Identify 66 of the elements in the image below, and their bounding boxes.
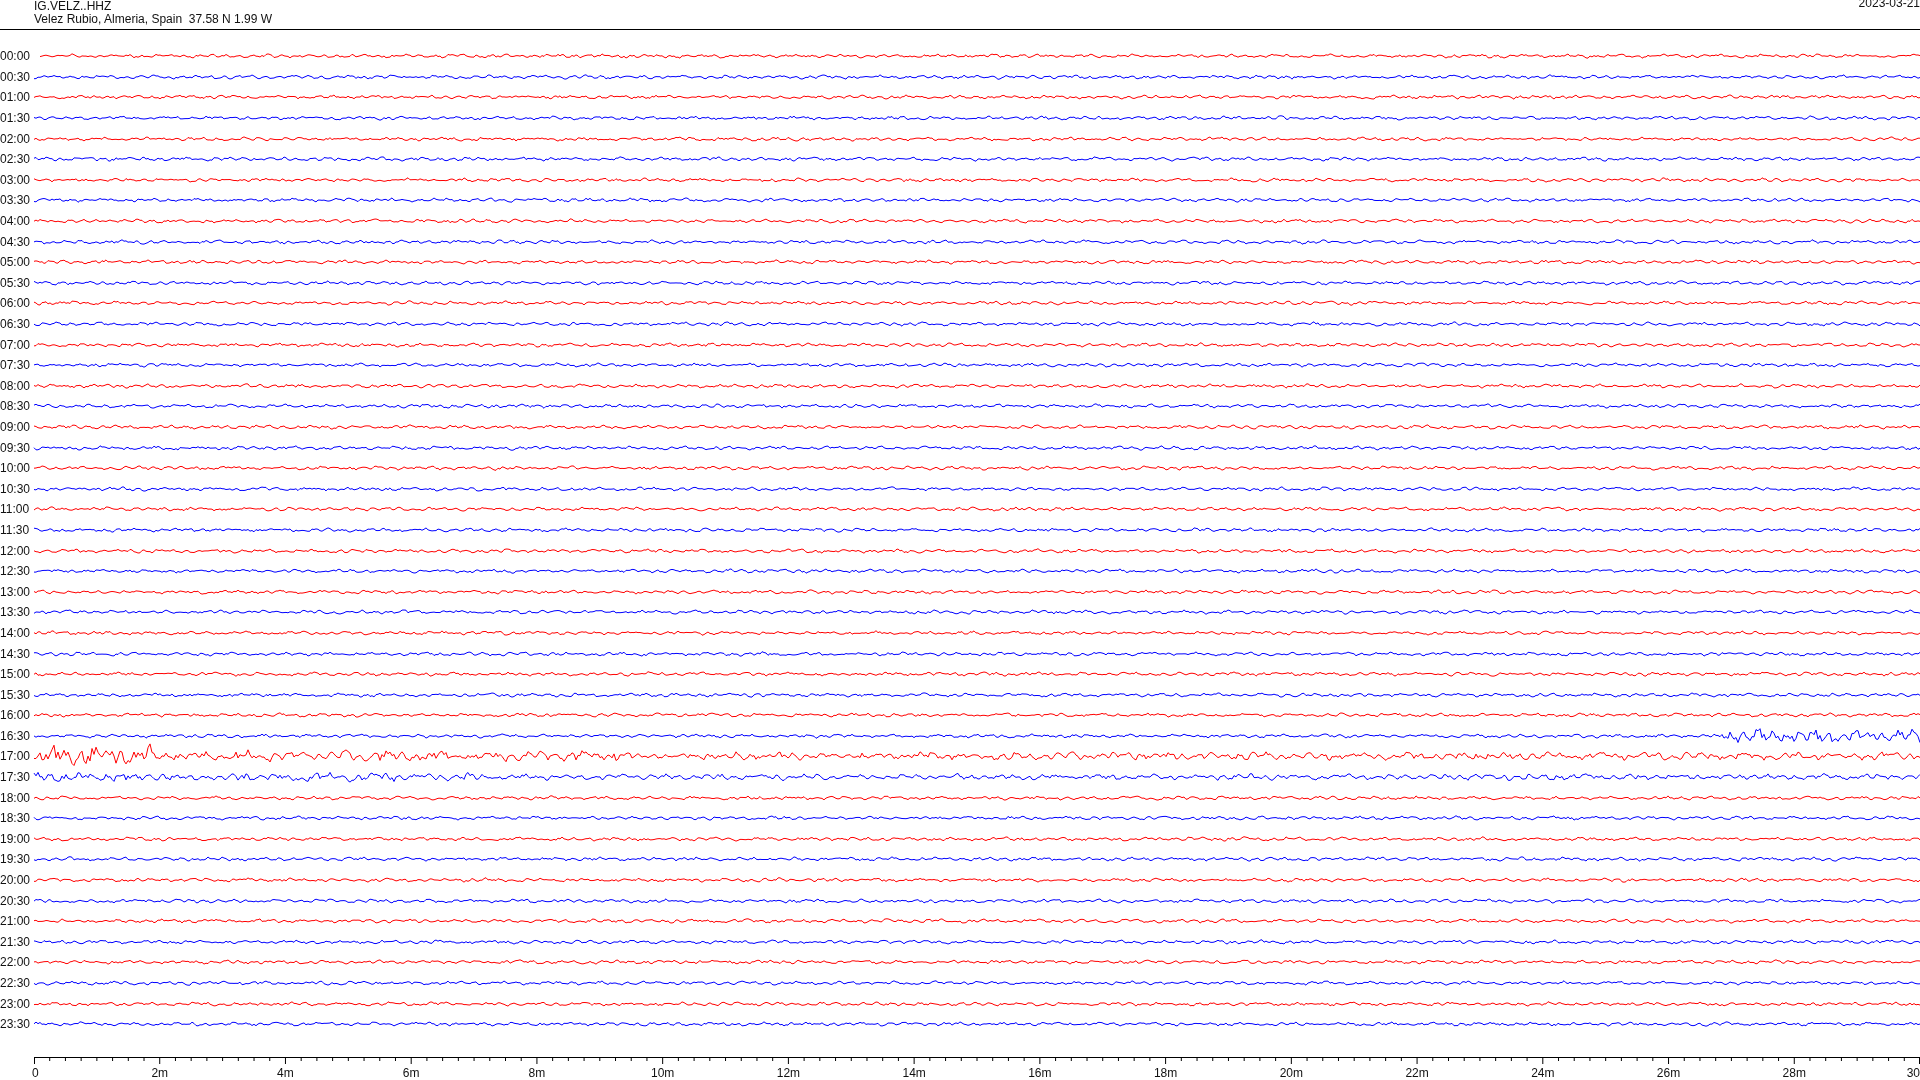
axis-label: 14m (902, 1065, 926, 1080)
time-label: 10:30 (0, 481, 32, 496)
time-label: 00:30 (0, 69, 32, 84)
time-label: 15:00 (0, 667, 32, 682)
axis-label: 26m (1656, 1065, 1681, 1080)
time-label: 18:00 (0, 790, 32, 805)
axis-label: 2m (151, 1065, 169, 1080)
axis-label: 8m (528, 1065, 546, 1080)
time-label: 09:00 (0, 420, 32, 434)
time-label: 20:30 (0, 893, 32, 908)
time-label: 05:30 (0, 275, 32, 290)
time-label: 03:30 (0, 193, 32, 208)
time-label: 23:30 (0, 1017, 32, 1032)
axis-label: 16m (1028, 1065, 1052, 1080)
time-label: 12:00 (0, 543, 32, 558)
axis-label: 30 (1906, 1065, 1920, 1080)
axis-label: 28m (1782, 1065, 1806, 1080)
time-label: 10:00 (0, 461, 32, 476)
time-label: 04:30 (0, 234, 32, 249)
time-label: 03:00 (0, 172, 32, 187)
time-label: 07:00 (0, 337, 32, 352)
time-label: 11:30 (0, 522, 31, 537)
axis-label: 18m (1153, 1065, 1178, 1080)
station-location: Velez Rubio, Almeria, Spain 37.58 N 1.99 W (34, 13, 273, 26)
time-label: 13:00 (0, 584, 32, 599)
axis-label: 24m (1531, 1065, 1555, 1080)
time-label: 06:00 (0, 296, 32, 311)
time-label: 17:30 (0, 770, 32, 785)
time-label: 08:00 (0, 378, 32, 393)
time-label: 16:00 (0, 708, 32, 723)
time-label: 20:00 (0, 873, 32, 888)
time-label: 00:00 (0, 49, 32, 64)
time-label: 06:30 (0, 317, 32, 331)
time-label: 19:00 (0, 831, 32, 846)
time-label: 16:30 (0, 728, 32, 743)
time-label: 15:30 (0, 687, 32, 702)
station-code: IG.VELZ..HHZ (34, 0, 113, 13)
time-label: 01:30 (0, 111, 32, 126)
axis-label: 20m (1279, 1065, 1303, 1080)
time-label: 13:30 (0, 605, 32, 620)
time-label: 22:30 (0, 976, 32, 990)
axis-label: 6m (402, 1065, 420, 1080)
axis-label: 4m (277, 1065, 294, 1080)
time-label: 12:30 (0, 564, 32, 579)
time-label: 18:30 (0, 811, 32, 826)
axis-label: 0 (32, 1065, 39, 1080)
time-label: 01:00 (0, 90, 32, 105)
time-label: 17:00 (0, 749, 32, 764)
time-label: 09:30 (0, 440, 32, 455)
time-label: 02:00 (0, 131, 32, 146)
axis-label: 12m (776, 1065, 801, 1080)
time-label: 19:30 (0, 852, 32, 867)
time-label: 23:00 (0, 996, 32, 1011)
time-label: 21:00 (0, 914, 32, 929)
time-label: 04:00 (0, 214, 32, 229)
axis-label: 22m (1405, 1065, 1429, 1080)
time-label: 05:00 (0, 255, 32, 270)
axis-label: 10m (651, 1065, 675, 1080)
time-label: 08:30 (0, 399, 32, 414)
time-label: 02:30 (0, 152, 32, 167)
time-label: 14:00 (0, 625, 32, 640)
time-label: 21:30 (0, 934, 32, 949)
time-label: 14:30 (0, 646, 32, 661)
time-label: 22:00 (0, 955, 32, 970)
time-label: 11:00 (0, 502, 31, 517)
time-label: 07:30 (0, 358, 32, 373)
